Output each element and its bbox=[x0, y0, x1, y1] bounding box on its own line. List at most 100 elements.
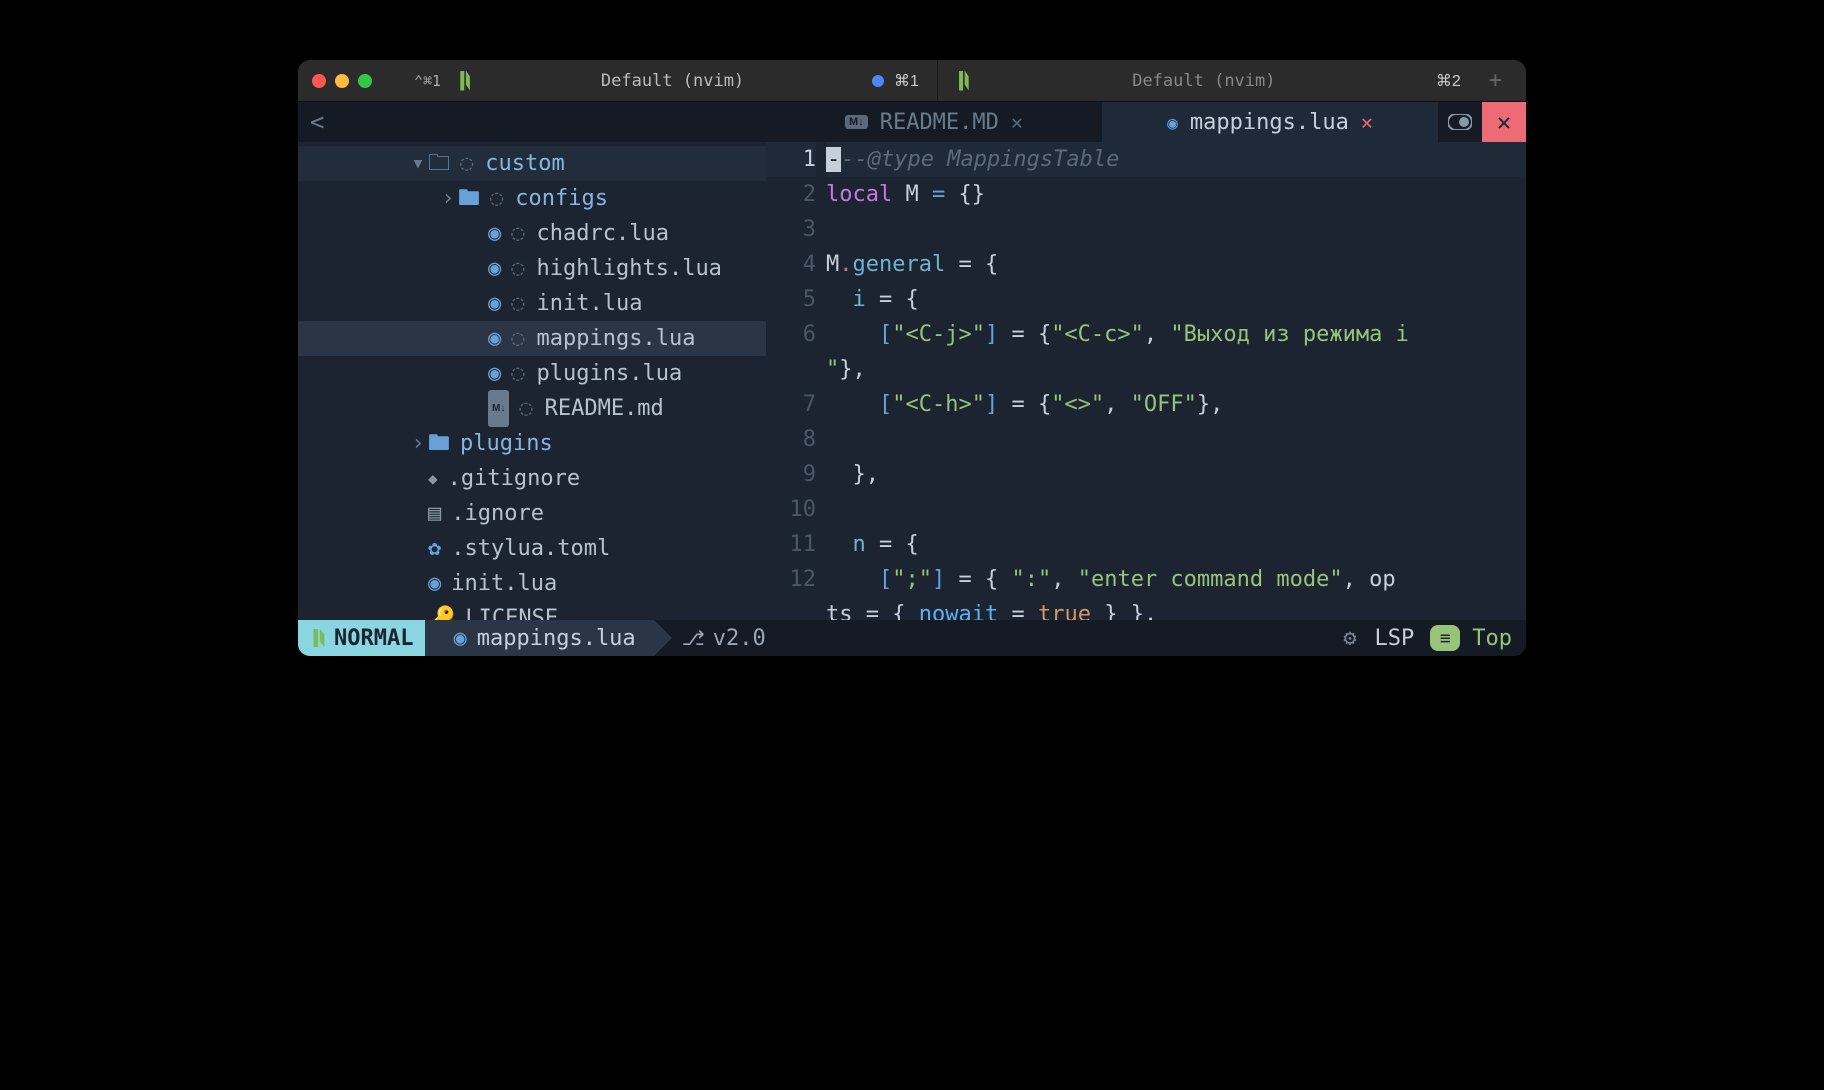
code-line[interactable]: "}, bbox=[826, 352, 1526, 387]
code-line[interactable]: }, bbox=[826, 457, 1526, 492]
document-icon: ▤ bbox=[428, 496, 441, 531]
lua-icon: ◉ bbox=[428, 566, 441, 601]
line-gutter: 123456789101112 bbox=[766, 142, 826, 620]
tree-file[interactable]: ◉◌mappings.lua bbox=[298, 321, 766, 356]
code-line[interactable]: ts = { nowait = true } }, bbox=[826, 597, 1526, 620]
tree-item-label: .ignore bbox=[451, 496, 544, 531]
line-number: 3 bbox=[766, 212, 816, 247]
git-icon: ◆ bbox=[428, 461, 438, 496]
editor[interactable]: 123456789101112 ---@type MappingsTablelo… bbox=[766, 142, 1526, 620]
lua-icon: ◉ bbox=[488, 356, 501, 391]
activity-dot-icon bbox=[872, 75, 884, 87]
close-window-button[interactable] bbox=[312, 74, 326, 88]
line-number: 4 bbox=[766, 247, 816, 282]
nvim-icon bbox=[457, 71, 473, 91]
code-line[interactable]: [";"] = { ":", "enter command mode", op bbox=[826, 562, 1526, 597]
tree-file[interactable]: 🔑 LICENSE bbox=[298, 601, 766, 620]
close-buffer-button[interactable]: ✕ bbox=[1011, 110, 1023, 134]
chevron-icon: ▾ bbox=[408, 146, 428, 181]
close-buffer-button[interactable]: ✕ bbox=[1361, 110, 1373, 134]
markdown-icon: M↓ bbox=[488, 390, 509, 427]
titlebar: ⌃⌘1 Default (nvim) ⌘1 Default (nvim) ⌘2 … bbox=[298, 60, 1526, 102]
close-all-button[interactable]: ✕ bbox=[1482, 102, 1526, 142]
tree-item-label: plugins.lua bbox=[537, 356, 683, 391]
gear-icon: ✿ bbox=[428, 531, 441, 566]
buffer-tab-bar: < M↓ README.MD ✕ mappings.lua ✕ ✕ bbox=[298, 102, 1526, 142]
shortcut-badge: ⌃⌘1 bbox=[414, 72, 441, 90]
status-dotted-icon: ◌ bbox=[511, 286, 524, 321]
line-number: 11 bbox=[766, 527, 816, 562]
tree-file[interactable]: ◉ ◌ plugins.lua bbox=[298, 356, 766, 391]
line-number bbox=[766, 597, 816, 620]
tree-item-label: mappings.lua bbox=[537, 321, 696, 356]
tree-folder[interactable]: ›🖿 ◌ configs bbox=[298, 181, 766, 216]
position-indicator: Top bbox=[1468, 626, 1526, 651]
tree-folder[interactable]: ›🖿plugins bbox=[298, 426, 766, 461]
file-tree[interactable]: ▾🗀◌custom›🖿◌configs◉◌chadrc.lua◉◌highlig… bbox=[298, 142, 766, 620]
status-dotted-icon: ◌ bbox=[511, 216, 524, 251]
lua-icon bbox=[1167, 110, 1178, 135]
terminal-tab-1[interactable]: ⌃⌘1 Default (nvim) ⌘1 bbox=[396, 60, 937, 101]
code-line[interactable]: i = { bbox=[826, 282, 1526, 317]
code-line[interactable]: ["<C-j>"] = {"<C-c>", "Выход из режима i bbox=[826, 317, 1526, 352]
tree-file[interactable]: ◉◌init.lua bbox=[298, 286, 766, 321]
theme-toggle-button[interactable] bbox=[1438, 102, 1482, 142]
tree-item-label: plugins bbox=[460, 426, 553, 461]
tree-item-label: configs bbox=[515, 181, 608, 216]
git-branch-name: v2.0 bbox=[713, 626, 766, 651]
tree-header: < bbox=[298, 102, 766, 142]
status-dotted-icon: ◌ bbox=[511, 356, 524, 391]
folder-icon: 🖿 bbox=[458, 181, 480, 216]
tree-file[interactable]: M↓◌README.md bbox=[298, 391, 766, 426]
tree-file[interactable]: ◉ ◌ highlights.lua bbox=[298, 251, 766, 286]
file-name: mappings.lua bbox=[477, 626, 636, 651]
main-area: ▾🗀◌custom›🖿◌configs◉◌chadrc.lua◉◌highlig… bbox=[298, 142, 1526, 620]
tree-item-label: highlights.lua bbox=[537, 251, 722, 286]
statusline: NORMAL ◉ mappings.lua ⎇ v2.0 ⚙ LSP ≡ Top bbox=[298, 620, 1526, 656]
tree-file[interactable]: ▤ .ignore bbox=[298, 496, 766, 531]
line-number: 5 bbox=[766, 282, 816, 317]
folder-open-icon: 🗀 bbox=[428, 146, 450, 181]
buffer-tab-readme[interactable]: M↓ README.MD ✕ bbox=[766, 102, 1102, 142]
tree-file[interactable]: ◉ init.lua bbox=[298, 566, 766, 601]
lua-icon: ◉ bbox=[453, 626, 466, 651]
tree-file[interactable]: ✿.stylua.toml bbox=[298, 531, 766, 566]
settings-icon[interactable]: ⚙ bbox=[1333, 626, 1366, 651]
tree-item-label: init.lua bbox=[451, 566, 557, 601]
traffic-lights bbox=[312, 74, 372, 88]
git-branch-icon: ⎇ bbox=[682, 626, 705, 650]
line-number: 2 bbox=[766, 177, 816, 212]
key-icon: 🔑 bbox=[428, 601, 455, 620]
code-line[interactable] bbox=[826, 212, 1526, 247]
maximize-window-button[interactable] bbox=[358, 74, 372, 88]
code-line[interactable]: n = { bbox=[826, 527, 1526, 562]
buffer-name: mappings.lua bbox=[1190, 110, 1349, 135]
new-tab-button[interactable]: + bbox=[1479, 68, 1512, 93]
chevron-icon: › bbox=[408, 426, 428, 461]
terminal-tab-2[interactable]: Default (nvim) ⌘2 bbox=[937, 60, 1479, 101]
terminal-window: ⌃⌘1 Default (nvim) ⌘1 Default (nvim) ⌘2 … bbox=[298, 60, 1526, 656]
code-line[interactable]: local M = {} bbox=[826, 177, 1526, 212]
code-line[interactable]: M.general = { bbox=[826, 247, 1526, 282]
code-line[interactable] bbox=[826, 422, 1526, 457]
markdown-icon: M↓ bbox=[845, 115, 868, 129]
tab-title: Default (nvim) bbox=[483, 71, 862, 91]
buffer-tab-mappings[interactable]: mappings.lua ✕ bbox=[1102, 102, 1438, 142]
status-dotted-icon: ◌ bbox=[511, 251, 524, 286]
chevron-icon: › bbox=[438, 181, 458, 216]
minimize-window-button[interactable] bbox=[335, 74, 349, 88]
tree-file[interactable]: ◉◌chadrc.lua bbox=[298, 216, 766, 251]
back-chevron-icon[interactable]: < bbox=[310, 108, 324, 136]
mode-label: NORMAL bbox=[334, 626, 413, 651]
tree-item-label: LICENSE bbox=[465, 601, 558, 620]
lua-icon: ◉ bbox=[488, 251, 501, 286]
code-line[interactable]: ["<C-h>"] = {"<>", "OFF"}, bbox=[826, 387, 1526, 422]
tree-folder[interactable]: ▾🗀◌custom bbox=[298, 146, 766, 181]
lines-icon: ≡ bbox=[1430, 625, 1460, 651]
status-dotted-icon: ◌ bbox=[490, 181, 503, 216]
code-line[interactable]: ---@type MappingsTable bbox=[826, 142, 1526, 177]
code-line[interactable] bbox=[826, 492, 1526, 527]
mode-indicator: NORMAL bbox=[298, 620, 425, 656]
tree-file[interactable]: ◆.gitignore bbox=[298, 461, 766, 496]
code-area[interactable]: ---@type MappingsTablelocal M = {} M.gen… bbox=[826, 142, 1526, 620]
